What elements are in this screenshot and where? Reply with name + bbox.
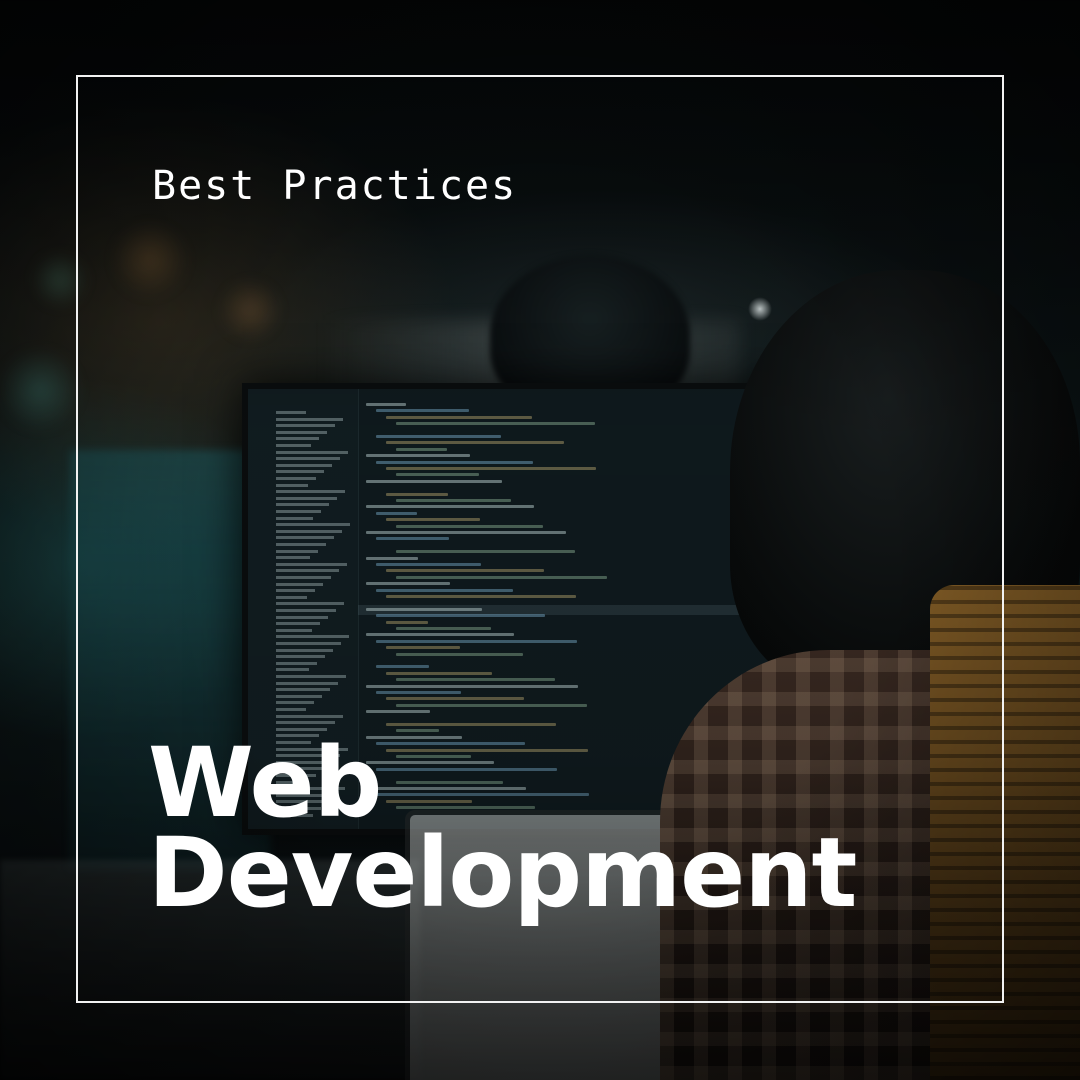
kicker-text: Best Practices xyxy=(152,163,518,209)
headline-line-2: Development xyxy=(148,817,857,929)
promo-card: Best Practices Web Development xyxy=(0,0,1080,1080)
headline: Web Development xyxy=(148,727,857,929)
headline-line-1: Web xyxy=(148,727,382,839)
